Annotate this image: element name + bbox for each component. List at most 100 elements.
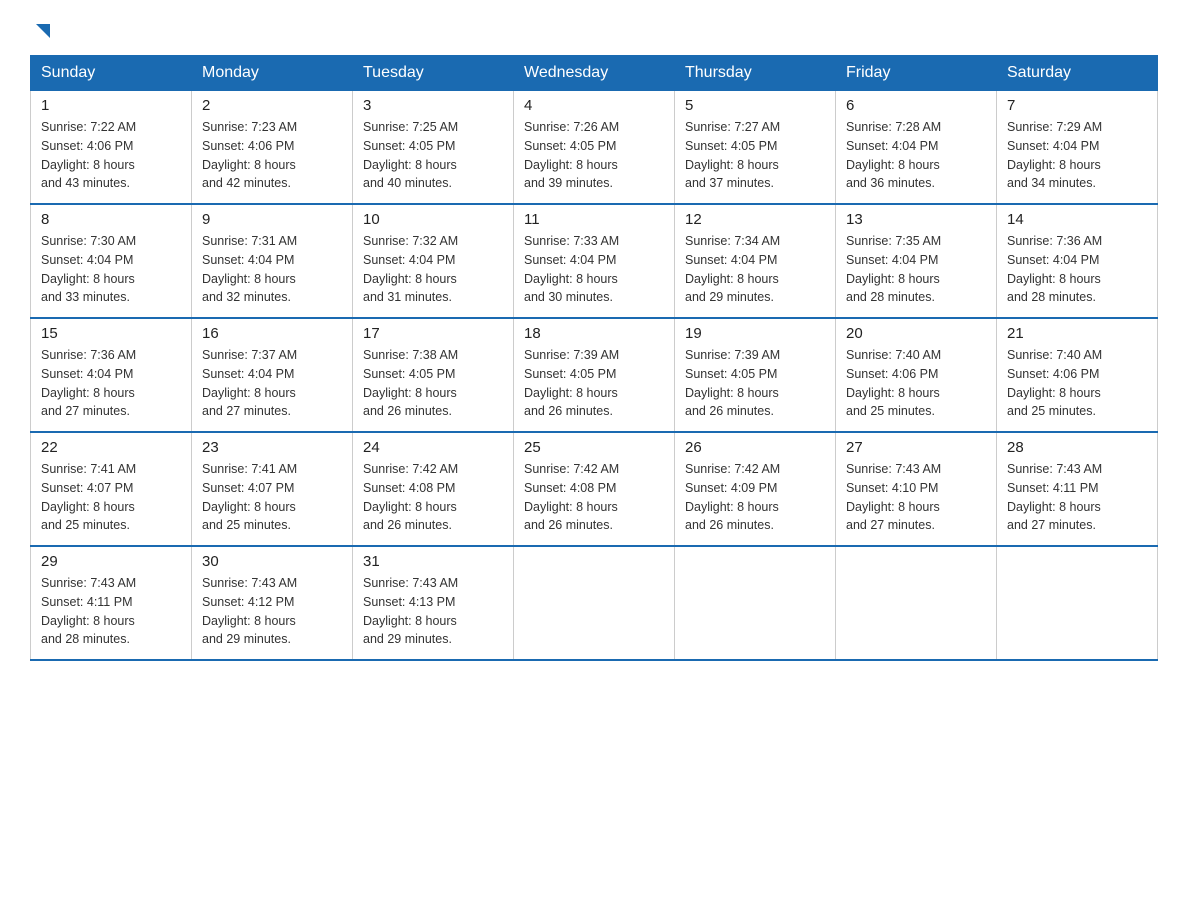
day-info: Sunrise: 7:43 AM Sunset: 4:11 PM Dayligh… — [41, 574, 181, 649]
day-number: 17 — [363, 325, 503, 342]
day-cell: 4 Sunrise: 7:26 AM Sunset: 4:05 PM Dayli… — [514, 91, 675, 205]
day-cell: 2 Sunrise: 7:23 AM Sunset: 4:06 PM Dayli… — [192, 91, 353, 205]
day-number: 2 — [202, 97, 342, 114]
day-number: 14 — [1007, 211, 1147, 228]
day-info: Sunrise: 7:29 AM Sunset: 4:04 PM Dayligh… — [1007, 118, 1147, 193]
day-number: 28 — [1007, 439, 1147, 456]
week-row-5: 29 Sunrise: 7:43 AM Sunset: 4:11 PM Dayl… — [31, 546, 1158, 660]
day-cell: 11 Sunrise: 7:33 AM Sunset: 4:04 PM Dayl… — [514, 204, 675, 318]
day-info: Sunrise: 7:32 AM Sunset: 4:04 PM Dayligh… — [363, 232, 503, 307]
weekday-header-tuesday: Tuesday — [353, 56, 514, 91]
day-cell: 25 Sunrise: 7:42 AM Sunset: 4:08 PM Dayl… — [514, 432, 675, 546]
day-info: Sunrise: 7:31 AM Sunset: 4:04 PM Dayligh… — [202, 232, 342, 307]
day-cell: 9 Sunrise: 7:31 AM Sunset: 4:04 PM Dayli… — [192, 204, 353, 318]
day-cell: 16 Sunrise: 7:37 AM Sunset: 4:04 PM Dayl… — [192, 318, 353, 432]
day-number: 12 — [685, 211, 825, 228]
day-info: Sunrise: 7:42 AM Sunset: 4:08 PM Dayligh… — [524, 460, 664, 535]
day-number: 5 — [685, 97, 825, 114]
day-info: Sunrise: 7:39 AM Sunset: 4:05 PM Dayligh… — [524, 346, 664, 421]
day-info: Sunrise: 7:22 AM Sunset: 4:06 PM Dayligh… — [41, 118, 181, 193]
day-info: Sunrise: 7:39 AM Sunset: 4:05 PM Dayligh… — [685, 346, 825, 421]
day-cell: 3 Sunrise: 7:25 AM Sunset: 4:05 PM Dayli… — [353, 91, 514, 205]
day-cell: 31 Sunrise: 7:43 AM Sunset: 4:13 PM Dayl… — [353, 546, 514, 660]
week-row-2: 8 Sunrise: 7:30 AM Sunset: 4:04 PM Dayli… — [31, 204, 1158, 318]
day-cell: 17 Sunrise: 7:38 AM Sunset: 4:05 PM Dayl… — [353, 318, 514, 432]
logo-triangle-icon — [32, 20, 54, 47]
day-cell: 12 Sunrise: 7:34 AM Sunset: 4:04 PM Dayl… — [675, 204, 836, 318]
day-number: 26 — [685, 439, 825, 456]
day-number: 18 — [524, 325, 664, 342]
day-cell: 14 Sunrise: 7:36 AM Sunset: 4:04 PM Dayl… — [997, 204, 1158, 318]
day-number: 16 — [202, 325, 342, 342]
day-number: 13 — [846, 211, 986, 228]
weekday-header-sunday: Sunday — [31, 56, 192, 91]
day-info: Sunrise: 7:33 AM Sunset: 4:04 PM Dayligh… — [524, 232, 664, 307]
page-header — [30, 20, 1158, 45]
day-info: Sunrise: 7:36 AM Sunset: 4:04 PM Dayligh… — [41, 346, 181, 421]
day-info: Sunrise: 7:27 AM Sunset: 4:05 PM Dayligh… — [685, 118, 825, 193]
day-info: Sunrise: 7:28 AM Sunset: 4:04 PM Dayligh… — [846, 118, 986, 193]
weekday-header-saturday: Saturday — [997, 56, 1158, 91]
day-info: Sunrise: 7:43 AM Sunset: 4:11 PM Dayligh… — [1007, 460, 1147, 535]
day-info: Sunrise: 7:38 AM Sunset: 4:05 PM Dayligh… — [363, 346, 503, 421]
day-cell: 24 Sunrise: 7:42 AM Sunset: 4:08 PM Dayl… — [353, 432, 514, 546]
day-info: Sunrise: 7:40 AM Sunset: 4:06 PM Dayligh… — [846, 346, 986, 421]
day-cell: 6 Sunrise: 7:28 AM Sunset: 4:04 PM Dayli… — [836, 91, 997, 205]
day-cell: 28 Sunrise: 7:43 AM Sunset: 4:11 PM Dayl… — [997, 432, 1158, 546]
week-row-1: 1 Sunrise: 7:22 AM Sunset: 4:06 PM Dayli… — [31, 91, 1158, 205]
day-number: 19 — [685, 325, 825, 342]
day-number: 21 — [1007, 325, 1147, 342]
day-number: 25 — [524, 439, 664, 456]
day-cell: 29 Sunrise: 7:43 AM Sunset: 4:11 PM Dayl… — [31, 546, 192, 660]
day-info: Sunrise: 7:34 AM Sunset: 4:04 PM Dayligh… — [685, 232, 825, 307]
day-number: 22 — [41, 439, 181, 456]
day-number: 20 — [846, 325, 986, 342]
day-cell — [514, 546, 675, 660]
weekday-header-monday: Monday — [192, 56, 353, 91]
day-number: 6 — [846, 97, 986, 114]
day-cell: 23 Sunrise: 7:41 AM Sunset: 4:07 PM Dayl… — [192, 432, 353, 546]
day-number: 27 — [846, 439, 986, 456]
day-cell — [997, 546, 1158, 660]
day-number: 9 — [202, 211, 342, 228]
day-info: Sunrise: 7:42 AM Sunset: 4:09 PM Dayligh… — [685, 460, 825, 535]
calendar-table: SundayMondayTuesdayWednesdayThursdayFrid… — [30, 55, 1158, 661]
day-cell: 8 Sunrise: 7:30 AM Sunset: 4:04 PM Dayli… — [31, 204, 192, 318]
day-number: 15 — [41, 325, 181, 342]
day-number: 31 — [363, 553, 503, 570]
day-number: 10 — [363, 211, 503, 228]
day-number: 24 — [363, 439, 503, 456]
day-cell: 26 Sunrise: 7:42 AM Sunset: 4:09 PM Dayl… — [675, 432, 836, 546]
weekday-header-wednesday: Wednesday — [514, 56, 675, 91]
logo — [30, 20, 54, 45]
day-number: 1 — [41, 97, 181, 114]
day-number: 3 — [363, 97, 503, 114]
day-cell — [675, 546, 836, 660]
day-info: Sunrise: 7:41 AM Sunset: 4:07 PM Dayligh… — [41, 460, 181, 535]
day-cell: 1 Sunrise: 7:22 AM Sunset: 4:06 PM Dayli… — [31, 91, 192, 205]
day-cell: 5 Sunrise: 7:27 AM Sunset: 4:05 PM Dayli… — [675, 91, 836, 205]
day-info: Sunrise: 7:36 AM Sunset: 4:04 PM Dayligh… — [1007, 232, 1147, 307]
day-info: Sunrise: 7:43 AM Sunset: 4:12 PM Dayligh… — [202, 574, 342, 649]
weekday-header-row: SundayMondayTuesdayWednesdayThursdayFrid… — [31, 56, 1158, 91]
day-info: Sunrise: 7:25 AM Sunset: 4:05 PM Dayligh… — [363, 118, 503, 193]
day-info: Sunrise: 7:35 AM Sunset: 4:04 PM Dayligh… — [846, 232, 986, 307]
day-info: Sunrise: 7:23 AM Sunset: 4:06 PM Dayligh… — [202, 118, 342, 193]
day-info: Sunrise: 7:26 AM Sunset: 4:05 PM Dayligh… — [524, 118, 664, 193]
day-cell: 10 Sunrise: 7:32 AM Sunset: 4:04 PM Dayl… — [353, 204, 514, 318]
day-number: 11 — [524, 211, 664, 228]
weekday-header-thursday: Thursday — [675, 56, 836, 91]
day-cell: 13 Sunrise: 7:35 AM Sunset: 4:04 PM Dayl… — [836, 204, 997, 318]
day-info: Sunrise: 7:40 AM Sunset: 4:06 PM Dayligh… — [1007, 346, 1147, 421]
day-cell: 20 Sunrise: 7:40 AM Sunset: 4:06 PM Dayl… — [836, 318, 997, 432]
day-number: 30 — [202, 553, 342, 570]
day-number: 23 — [202, 439, 342, 456]
weekday-header-friday: Friday — [836, 56, 997, 91]
day-info: Sunrise: 7:41 AM Sunset: 4:07 PM Dayligh… — [202, 460, 342, 535]
day-cell: 21 Sunrise: 7:40 AM Sunset: 4:06 PM Dayl… — [997, 318, 1158, 432]
day-cell: 30 Sunrise: 7:43 AM Sunset: 4:12 PM Dayl… — [192, 546, 353, 660]
day-number: 7 — [1007, 97, 1147, 114]
day-number: 8 — [41, 211, 181, 228]
day-number: 4 — [524, 97, 664, 114]
day-cell: 18 Sunrise: 7:39 AM Sunset: 4:05 PM Dayl… — [514, 318, 675, 432]
